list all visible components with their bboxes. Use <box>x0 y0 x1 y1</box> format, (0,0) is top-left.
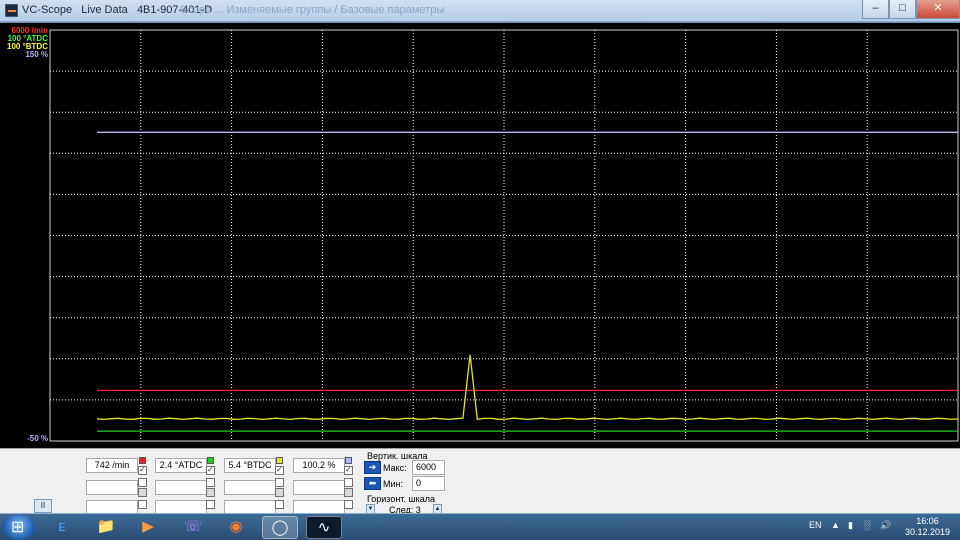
control-panel: 742 /min 2.4 °ATDC 5.4 °BTDC 100.2 % Вер… <box>0 448 960 515</box>
rpm-color-swatch[interactable] <box>139 457 146 464</box>
max-label: Макс: <box>383 463 407 473</box>
empty-3-checkbox-b[interactable] <box>275 488 284 497</box>
language-indicator[interactable]: EN <box>809 520 822 530</box>
start-icon[interactable] <box>3 515 35 540</box>
taskbar: ᴇ 📁 ▶ ☏ ◉ ◯ ∿ EN ▲ ▮ ░ 🔊 16:06 30.12.201… <box>0 513 960 540</box>
value-btdc: 5.4 °BTDC <box>224 458 276 473</box>
scope-display: 6000 /min 100 °ATDC 100 °BTDC 150 % -50 … <box>0 23 960 448</box>
system-clock[interactable]: 16:06 30.12.2019 <box>905 516 950 538</box>
percent-checkbox[interactable] <box>344 465 353 475</box>
volume-icon[interactable]: 🔊 <box>880 520 891 531</box>
arrow-right-icon[interactable]: ➔ <box>364 461 381 474</box>
value-empty-2 <box>155 480 207 495</box>
network-signal-icon[interactable]: ░ <box>864 520 870 530</box>
battery-icon[interactable]: ▮ <box>848 520 853 531</box>
empty-4-checkbox[interactable] <box>344 478 353 487</box>
vc-scope-icon[interactable]: ∿ <box>306 516 342 539</box>
empty-6-checkbox[interactable] <box>206 500 215 509</box>
maximize-button[interactable]: □ <box>889 0 916 19</box>
title-bar: VC-Scope Live Data 4B1-907-401-D Scope .… <box>0 0 960 22</box>
empty-1-checkbox-b[interactable] <box>138 488 147 497</box>
vcds-icon[interactable]: ◯ <box>262 516 298 539</box>
vertical-min-input[interactable]: 0 <box>412 476 445 491</box>
minimize-button[interactable]: – <box>862 0 889 19</box>
viber-icon[interactable]: ☏ <box>175 516 211 539</box>
legend-percent-min: -50 % <box>27 434 48 443</box>
empty-2-checkbox-b[interactable] <box>206 488 215 497</box>
value-rpm: 742 /min <box>86 458 138 473</box>
atdc-color-swatch[interactable] <box>207 457 214 464</box>
clock-time: 16:06 <box>916 516 939 526</box>
value-empty-1 <box>86 480 138 495</box>
close-button[interactable]: ✕ <box>916 0 960 19</box>
btdc-checkbox[interactable] <box>275 465 284 475</box>
arrow-left-icon[interactable]: ⬅ <box>364 477 381 490</box>
empty-5-checkbox[interactable] <box>138 500 147 509</box>
empty-4-checkbox-b[interactable] <box>344 488 353 497</box>
horizontal-scale-label: Горизонт. шкала <box>367 494 436 504</box>
background-window-title: Scope ... Изменяемые группы / Базовые па… <box>180 4 445 16</box>
btdc-color-swatch[interactable] <box>276 457 283 464</box>
empty-7-checkbox[interactable] <box>275 500 284 509</box>
empty-2-checkbox[interactable] <box>206 478 215 487</box>
percent-color-swatch[interactable] <box>345 457 352 464</box>
ie-icon[interactable]: ᴇ <box>44 516 80 539</box>
rpm-checkbox[interactable] <box>138 465 147 475</box>
pause-button[interactable]: II <box>34 499 52 513</box>
value-atdc: 2.4 °ATDC <box>155 458 207 473</box>
value-percent: 100.2 % <box>293 458 345 473</box>
firefox-icon[interactable]: ◉ <box>218 516 254 539</box>
trace-btdc <box>96 354 959 421</box>
clock-date: 30.12.2019 <box>904 527 950 537</box>
empty-8-checkbox[interactable] <box>344 500 353 509</box>
media-player-icon[interactable]: ▶ <box>130 516 166 539</box>
atdc-checkbox[interactable] <box>206 465 215 475</box>
min-label: Мин: <box>383 479 403 489</box>
legend-percent-max: 150 % <box>25 50 48 59</box>
value-empty-3 <box>224 480 276 495</box>
empty-1-checkbox[interactable] <box>138 478 147 487</box>
vertical-max-input[interactable]: 6000 <box>412 460 445 475</box>
vc-scope-app-icon <box>5 4 18 17</box>
value-empty-4 <box>293 480 345 495</box>
scope-plot <box>49 29 959 442</box>
empty-3-checkbox[interactable] <box>275 478 284 487</box>
explorer-icon[interactable]: 📁 <box>88 516 124 539</box>
show-hidden-icons-icon[interactable]: ▲ <box>831 520 840 530</box>
